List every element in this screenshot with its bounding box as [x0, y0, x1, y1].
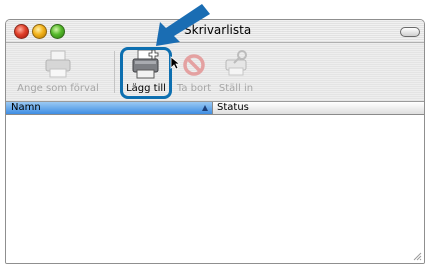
toolbar-toggle-button[interactable] [400, 27, 420, 37]
make-default-button[interactable]: Ange som förval [10, 47, 106, 94]
status-column-header[interactable]: Status [212, 102, 424, 114]
toolbar: Ange som förval Lägg till Ta bort Ställ … [6, 43, 424, 102]
name-column-label: Namn [11, 102, 41, 113]
toolbar-separator [114, 51, 115, 93]
configure-printer-button[interactable]: Ställ in [216, 47, 256, 94]
printer-list[interactable] [6, 115, 424, 263]
instruction-arrow-icon [156, 4, 210, 46]
table-header: Namn Status [6, 102, 424, 115]
close-button[interactable] [14, 24, 29, 39]
sort-ascending-icon [202, 105, 208, 111]
title-bar[interactable]: Skrivarlista [6, 20, 424, 43]
name-column-header[interactable]: Namn [6, 102, 212, 114]
delete-printer-label: Ta bort [176, 83, 212, 94]
printer-list-window: Skrivarlista Ange som förval Lägg till T… [5, 19, 425, 264]
minimize-button[interactable] [32, 24, 47, 39]
configure-printer-label: Ställ in [218, 83, 254, 94]
configure-printer-icon [225, 50, 247, 76]
status-column-label: Status [217, 102, 249, 113]
default-printer-icon [45, 50, 71, 78]
make-default-label: Ange som förval [17, 83, 99, 94]
delete-icon [183, 54, 205, 76]
mouse-pointer-icon [170, 56, 180, 70]
zoom-button[interactable] [50, 24, 65, 39]
delete-printer-button[interactable]: Ta bort [174, 47, 214, 94]
add-button-highlight [120, 47, 172, 99]
resize-grip-icon[interactable] [413, 252, 422, 261]
